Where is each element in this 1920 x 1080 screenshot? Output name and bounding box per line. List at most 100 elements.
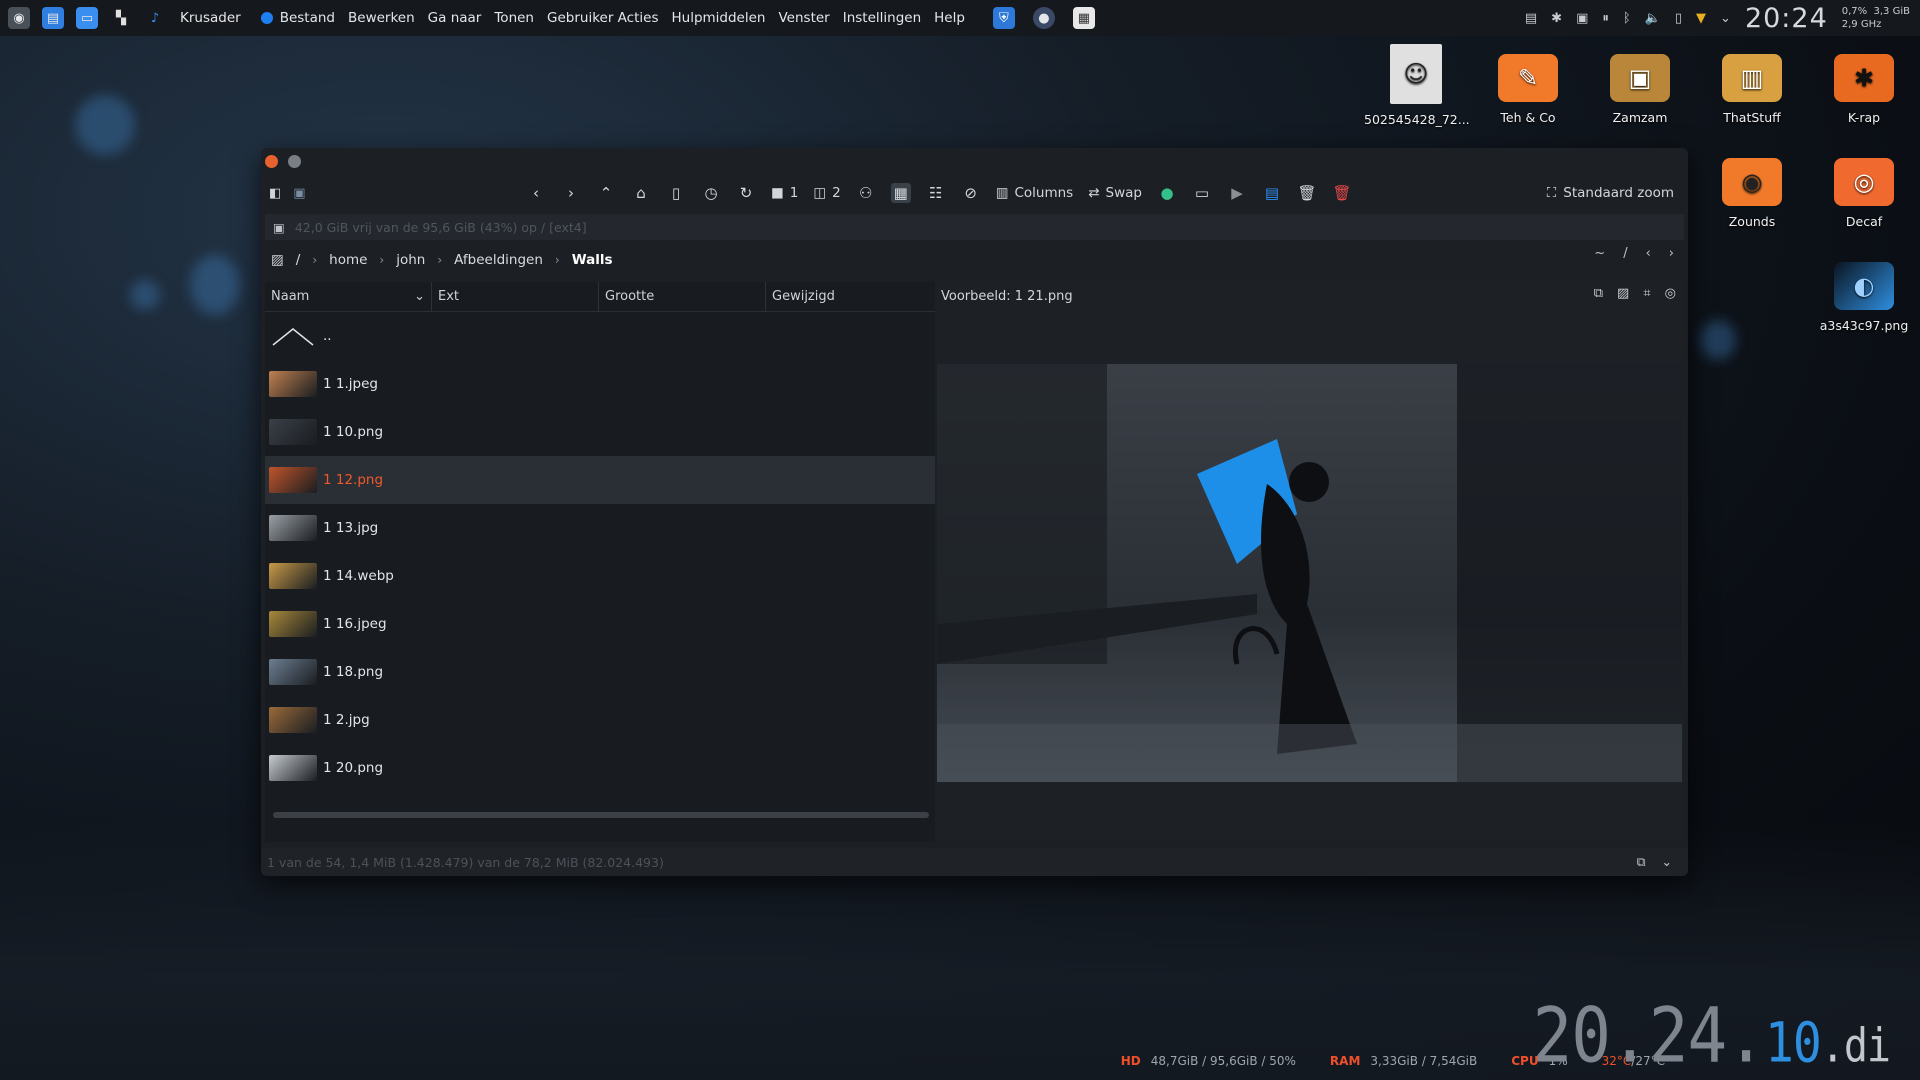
panel-1-button[interactable]: ■ 1: [771, 185, 798, 201]
image-icon[interactable]: ▨: [1617, 286, 1629, 301]
terminal-icon[interactable]: ▭: [1192, 183, 1212, 203]
pager-icon[interactable]: ▚: [110, 7, 132, 29]
app-icon[interactable]: ●: [1032, 7, 1055, 29]
image-folder-icon[interactable]: ▨: [271, 252, 284, 268]
menu-help[interactable]: Help: [934, 10, 965, 26]
file-row[interactable]: 1 1.jpeg: [265, 360, 935, 408]
grid-view-icon[interactable]: ▦: [890, 183, 911, 203]
col-ext[interactable]: Ext: [432, 282, 599, 311]
crumb-afbeeldingen[interactable]: Afbeeldingen: [454, 252, 543, 268]
crumb-walls[interactable]: Walls: [572, 252, 613, 268]
history-icon[interactable]: ◷: [701, 183, 721, 203]
crumb-home[interactable]: home: [329, 252, 367, 268]
freq-mini: 2,9 GHz: [1841, 19, 1882, 30]
file-row[interactable]: 1 16.jpeg: [265, 600, 935, 648]
shield-icon[interactable]: ⛨: [992, 7, 1015, 29]
hidden-files-icon[interactable]: ⊘: [961, 183, 981, 203]
settings-icon[interactable]: ◎: [1665, 286, 1676, 301]
refresh-icon[interactable]: ↻: [736, 183, 756, 203]
root-shortcut[interactable]: /: [1623, 246, 1627, 261]
detail-view-icon[interactable]: ☷: [926, 183, 946, 203]
desktop-icon-zamzam[interactable]: ▣ Zamzam: [1588, 54, 1692, 125]
file-row[interactable]: 1 13.jpg: [265, 504, 935, 552]
battery-icon[interactable]: ▯: [1675, 11, 1682, 26]
menu-bestand[interactable]: Bestand: [280, 10, 335, 26]
bluetooth-icon[interactable]: ᛒ: [1623, 11, 1631, 26]
col-grootte[interactable]: Grootte: [599, 282, 766, 311]
desktop-icon-decaf[interactable]: ◎ Decaf: [1812, 158, 1916, 229]
desktop-icon-thatstuff[interactable]: ▥ ThatStuff: [1700, 54, 1804, 125]
menu-bewerken[interactable]: Bewerken: [348, 10, 415, 26]
user-icon[interactable]: ⚇: [856, 183, 876, 203]
menu-tonen[interactable]: Tonen: [494, 10, 534, 26]
clipboard-icon[interactable]: ▤: [1525, 11, 1537, 26]
file-row[interactable]: 1 10.png: [265, 408, 935, 456]
menu-hulpmiddelen[interactable]: Hulpmiddelen: [671, 10, 765, 26]
back-icon[interactable]: ‹: [526, 183, 546, 203]
chevron-left-icon[interactable]: ‹: [1646, 246, 1651, 261]
volume-icon[interactable]: 🔈: [1645, 11, 1661, 26]
desktop-icon-teh-co[interactable]: ✎ Teh & Co: [1476, 54, 1580, 125]
minimize-button[interactable]: [288, 154, 301, 168]
panel-2-button[interactable]: ◫ 2: [813, 185, 840, 201]
menu-venster[interactable]: Venster: [778, 10, 829, 26]
chevron-down-icon[interactable]: ⌄: [1720, 11, 1731, 26]
file-row[interactable]: 1 14.webp: [265, 552, 935, 600]
music-icon[interactable]: ♪: [144, 7, 166, 29]
clock-accent: 10: [1764, 1010, 1822, 1076]
file-row[interactable]: 1 20.png: [265, 744, 935, 792]
menu-ga-naar[interactable]: Ga naar: [428, 10, 482, 26]
file-row[interactable]: 1 12.png: [265, 456, 935, 504]
copy-icon[interactable]: ⧉: [1637, 854, 1646, 870]
swap-button[interactable]: ⇄ Swap: [1088, 185, 1142, 201]
crumb-root[interactable]: /: [296, 252, 301, 268]
col-gewijzigd[interactable]: Gewijzigd: [766, 282, 935, 311]
panels: Naam ⌄ Ext Grootte Gewijzigd .. 1 1.jpeg 1…: [265, 282, 1684, 842]
breadcrumb: ▨ / › home › john › Afbeeldingen › Walls: [261, 242, 1688, 278]
file-row[interactable]: 1 2.jpg: [265, 696, 935, 744]
sync-icon[interactable]: ●: [1157, 183, 1177, 203]
zoom-button[interactable]: ⛶ Standaard zoom: [1547, 185, 1674, 201]
fit-icon[interactable]: ⌗: [1643, 286, 1650, 301]
document-icon[interactable]: ▤: [42, 7, 64, 29]
parent-dir-row[interactable]: ..: [265, 312, 935, 360]
crumb-john[interactable]: john: [396, 252, 425, 268]
screen-icon[interactable]: ▣: [1576, 11, 1588, 26]
file-row[interactable]: 1 18.png: [265, 648, 935, 696]
folder-icon[interactable]: ▭: [76, 7, 98, 29]
desktop-icon-k-rap[interactable]: ✱ K-rap: [1812, 54, 1916, 125]
horizontal-scrollbar[interactable]: [273, 812, 929, 818]
thumbnail-icon[interactable]: ⧉: [1594, 286, 1603, 301]
desktop-icon-png[interactable]: ◐ a3s43c97.png: [1812, 262, 1916, 333]
title-bar[interactable]: [261, 148, 1688, 174]
col-naam[interactable]: Naam ⌄: [265, 282, 432, 311]
pause-icon[interactable]: ⏸: [1602, 11, 1609, 26]
wifi-icon[interactable]: ▼: [1696, 11, 1706, 26]
home-shortcut[interactable]: ~: [1594, 246, 1605, 261]
clock[interactable]: 20:24: [1745, 3, 1828, 34]
trash-icon[interactable]: 🗑: [1297, 183, 1317, 203]
terminal-toggle-icon[interactable]: ▣: [293, 186, 305, 201]
chevron-down-icon[interactable]: ⌄: [1662, 854, 1672, 870]
home-icon[interactable]: ⌂: [631, 183, 651, 203]
app-dot-icon: [260, 12, 273, 24]
edit-file-icon[interactable]: ▤: [1262, 183, 1282, 203]
chevron-right-icon[interactable]: ›: [1669, 246, 1674, 261]
desktop-icon-zounds[interactable]: ◉ Zounds: [1700, 158, 1804, 229]
toolbar-left: ◧ ▣: [269, 186, 306, 201]
desktop-icon-image[interactable]: ☺ 502545428_72...: [1364, 44, 1470, 127]
close-button[interactable]: [265, 154, 278, 168]
status-text: 1 van de 54, 1,4 MiB (1.428.479) van de …: [267, 854, 664, 870]
settings-icon[interactable]: ✱: [1551, 11, 1562, 26]
bookmark-icon[interactable]: ▯: [666, 183, 686, 203]
columns-button[interactable]: ▥ Columns: [996, 185, 1074, 201]
notes-icon[interactable]: ▦: [1072, 7, 1095, 29]
menu-instellingen[interactable]: Instellingen: [843, 10, 921, 26]
forward-icon[interactable]: ›: [561, 183, 581, 203]
run-icon[interactable]: ▶: [1227, 183, 1247, 203]
sidebar-toggle-icon[interactable]: ◧: [269, 186, 281, 201]
app-launcher-icon[interactable]: ◉: [8, 7, 30, 29]
menu-gebruiker-acties[interactable]: Gebruiker Acties: [547, 10, 658, 26]
up-icon[interactable]: ⌃: [596, 183, 616, 203]
delete-icon[interactable]: 🗑: [1332, 183, 1352, 203]
